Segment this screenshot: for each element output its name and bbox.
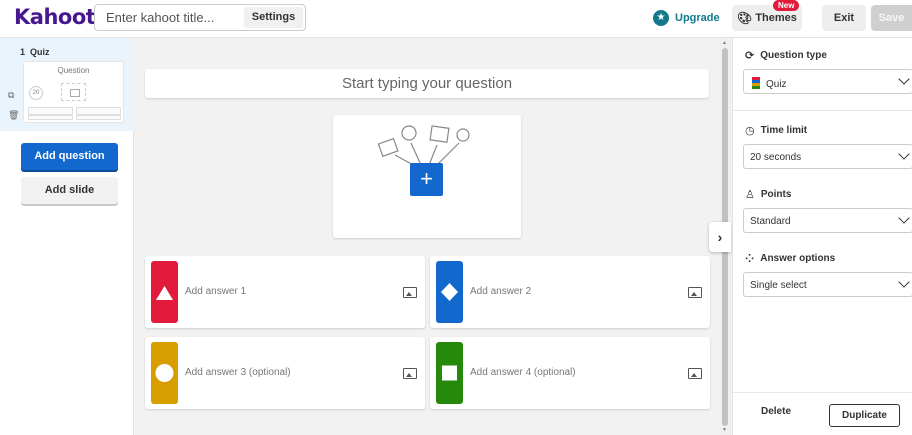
answer-2[interactable]: Add answer 2 <box>430 256 710 328</box>
question-input[interactable]: Start typing your question <box>145 69 709 98</box>
points-value: Standard <box>750 216 791 227</box>
thumb-question: Question <box>57 66 90 75</box>
exit-button[interactable]: Exit <box>822 5 866 31</box>
settings-button[interactable]: Settings <box>244 7 303 28</box>
save-button[interactable]: Save <box>871 5 912 31</box>
circle-icon <box>151 342 178 404</box>
question-type-select[interactable]: Quiz <box>743 69 912 94</box>
thumb-media-icon <box>61 83 86 101</box>
answer-options-label: ⁘ Answer options <box>745 253 836 265</box>
chevron-right-icon: › <box>717 229 723 245</box>
add-question-button[interactable]: Add question <box>21 143 118 170</box>
answer-3-input[interactable]: Add answer 3 (optional) <box>185 367 291 378</box>
duplicate-button[interactable]: Duplicate <box>829 404 900 427</box>
chevron-down-icon <box>898 73 910 85</box>
time-limit-select[interactable]: 20 seconds <box>743 144 912 169</box>
kahoot-title-input[interactable] <box>96 6 242 29</box>
media-upload-area[interactable]: + <box>333 115 521 238</box>
question-type-label: ⟳ Question type <box>745 50 827 62</box>
divider <box>733 392 912 393</box>
image-icon[interactable] <box>688 287 702 298</box>
triangle-icon <box>151 261 178 323</box>
settings-panel: ⟳ Question type Quiz ◷ Time limit 20 sec… <box>732 38 912 435</box>
slide-item-1[interactable]: 1 Quiz ⧉ 🗑︎ Question 20 <box>0 38 134 131</box>
delete-button[interactable]: Delete <box>761 406 791 417</box>
award-icon: ♙ <box>745 189 755 201</box>
question-editor: Start typing your question + Add answer … <box>135 38 719 435</box>
answer-4-input[interactable]: Add answer 4 (optional) <box>470 367 576 378</box>
quiz-icon: Quiz <box>752 77 787 90</box>
trash-icon[interactable]: 🗑︎ <box>8 110 19 121</box>
scroll-down-icon[interactable]: ▼ <box>722 427 727 433</box>
answer-options-value: Single select <box>750 280 807 291</box>
kahoot-logo[interactable]: Kahoot! <box>14 5 105 29</box>
square-icon <box>436 342 463 404</box>
slide-label: 1 Quiz <box>20 47 50 57</box>
answer-3[interactable]: Add answer 3 (optional) <box>145 337 425 409</box>
divider <box>733 110 912 111</box>
time-limit-label: ◷ Time limit <box>745 125 808 137</box>
add-slide-button[interactable]: Add slide <box>21 177 118 204</box>
thumb-answer <box>28 107 73 115</box>
star-icon: ★ <box>653 10 669 26</box>
collapse-panel-button[interactable]: › <box>709 222 731 252</box>
image-icon[interactable] <box>403 287 417 298</box>
title-field[interactable]: Settings <box>94 4 306 31</box>
duplicate-slide-icon[interactable]: ⧉ <box>8 90 14 101</box>
clock-icon: ◷ <box>745 125 755 137</box>
chevron-down-icon <box>898 212 910 224</box>
answer-4[interactable]: Add answer 4 (optional) <box>430 337 710 409</box>
image-icon[interactable] <box>688 368 702 379</box>
answer-options-select[interactable]: Single select <box>743 272 912 297</box>
media-illustration-icon <box>377 125 470 168</box>
themes-label: Themes <box>755 12 797 24</box>
new-badge: New <box>773 0 800 11</box>
upgrade-button[interactable]: ★ Upgrade <box>653 8 720 28</box>
image-icon[interactable] <box>403 368 417 379</box>
add-media-button[interactable]: + <box>410 163 443 196</box>
upgrade-label: Upgrade <box>675 12 720 24</box>
thumb-timer: 20 <box>29 86 43 100</box>
answer-1-input[interactable]: Add answer 1 <box>185 286 246 297</box>
thumb-answer <box>76 107 121 115</box>
answer-2-input[interactable]: Add answer 2 <box>470 286 531 297</box>
chevron-down-icon <box>898 148 910 160</box>
chevron-down-icon <box>898 276 910 288</box>
top-bar: Kahoot! Settings ★ Upgrade 🎨︎ Themes New… <box>0 0 912 38</box>
palette-icon: 🎨︎ <box>737 11 753 25</box>
answer-1[interactable]: Add answer 1 <box>145 256 425 328</box>
diamond-icon <box>436 261 463 323</box>
slides-sidebar: 1 Quiz ⧉ 🗑︎ Question 20 Add question Add… <box>0 38 134 435</box>
thumb-answer <box>28 115 73 120</box>
points-select[interactable]: Standard <box>743 208 912 233</box>
refresh-icon: ⟳ <box>745 50 755 62</box>
time-limit-value: 20 seconds <box>750 152 802 163</box>
grid-dots-icon: ⁘ <box>745 253 755 265</box>
scroll-up-icon[interactable]: ▲ <box>722 40 727 46</box>
points-label: ♙ Points <box>745 189 792 201</box>
thumb-answer <box>76 115 121 120</box>
slide-thumbnail: Question 20 <box>23 61 124 123</box>
